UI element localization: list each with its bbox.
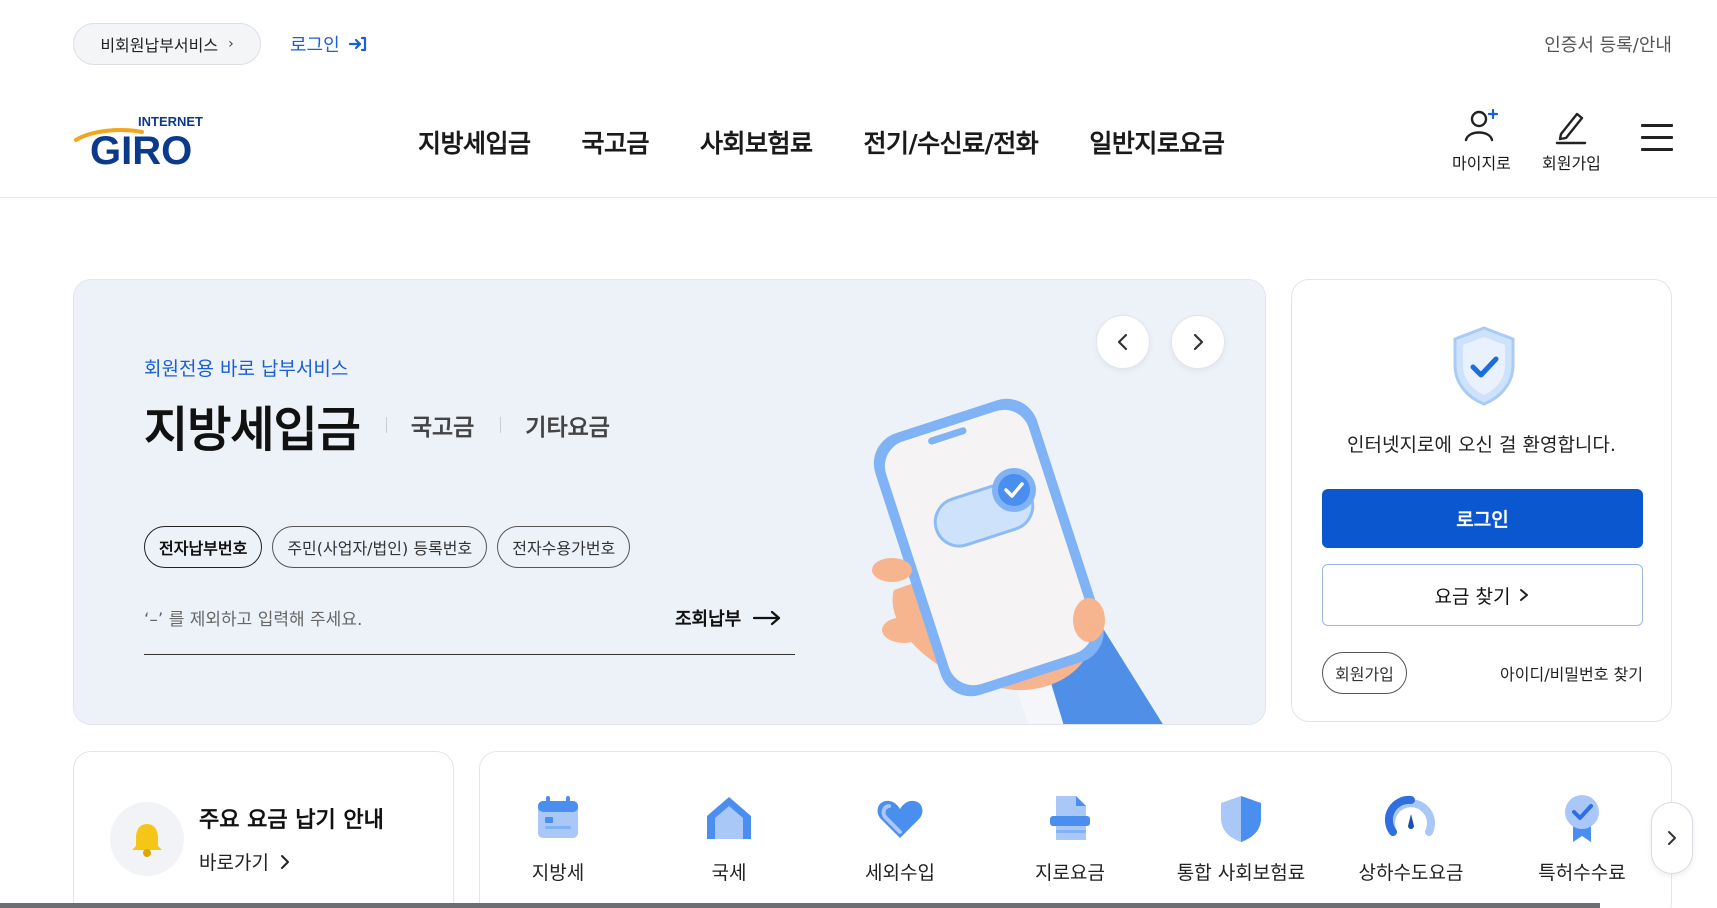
- gauge-icon: [1385, 795, 1435, 836]
- hero-tabs: 지방세입금 국고금 기타요금: [144, 390, 610, 460]
- inquire-pay-label: 조회납부: [675, 609, 742, 630]
- search-type-chips: 전자납부번호 주민(사업자/법인) 등록번호 전자수용가번호: [144, 526, 631, 568]
- chevron-right-icon: [280, 854, 289, 869]
- calendar-icon: [538, 796, 578, 838]
- notice-shortcut-label: 바로가기: [199, 852, 269, 874]
- award-icon: [1565, 795, 1599, 842]
- document-icon: [1050, 796, 1090, 840]
- tab-local-tax[interactable]: 지방세입금: [144, 390, 361, 460]
- main-nav: 지방세입금 국고금 사회보험료 전기/수신료/전화 일반지로요금: [418, 124, 1275, 160]
- find-fee-label: 요금 찾기: [1434, 585, 1511, 608]
- chip-registration-number[interactable]: 주민(사업자/법인) 등록번호: [272, 526, 488, 568]
- category-giro-fee[interactable]: 지로요금: [995, 792, 1145, 885]
- signup-label: 회원가입: [1542, 154, 1601, 173]
- notice-title: 주요 요금 납기 안내: [199, 808, 384, 833]
- category-shortcuts: 지방세 국세 세외수입 지로요금 통합 사회보험료 상하수도요금 특허수수료: [479, 751, 1672, 908]
- category-social-insurance[interactable]: 통합 사회보험료: [1166, 792, 1316, 885]
- my-giro-button[interactable]: 마이지로: [1452, 106, 1511, 174]
- category-label: 지방세: [531, 862, 585, 884]
- find-fee-button[interactable]: 요금 찾기: [1322, 564, 1643, 626]
- nonmember-service-label: 비회원납부서비스: [100, 36, 219, 55]
- login-arrow-icon: [348, 36, 366, 52]
- nav-utility-bills[interactable]: 전기/수신료/전화: [864, 124, 1039, 160]
- category-non-tax-revenue[interactable]: 세외수입: [825, 792, 975, 885]
- category-next-button[interactable]: [1651, 802, 1693, 874]
- carousel-next-button[interactable]: [1171, 315, 1225, 369]
- my-giro-label: 마이지로: [1452, 154, 1511, 173]
- login-button[interactable]: 로그인: [1322, 489, 1643, 548]
- pencil-icon: [1556, 112, 1587, 145]
- tab-other-fees[interactable]: 기타요금: [525, 408, 610, 442]
- category-label: 특허수수료: [1538, 862, 1626, 884]
- category-local-tax[interactable]: 지방세: [483, 792, 633, 885]
- chevron-right-icon: [1193, 333, 1204, 351]
- welcome-message: 인터넷지로에 오신 걸 환영합니다.: [1347, 434, 1616, 456]
- find-id-password-link[interactable]: 아이디/비밀번호 찾기: [1500, 661, 1643, 685]
- shield-icon: [1221, 796, 1261, 842]
- category-national-tax[interactable]: 국세: [654, 792, 804, 885]
- due-date-notice-panel: 주요 요금 납기 안내 바로가기: [73, 751, 454, 908]
- tab-separator: [500, 417, 502, 433]
- header-divider: [0, 197, 1717, 198]
- notice-shortcut-link[interactable]: 바로가기: [199, 848, 291, 875]
- horizontal-scrollbar[interactable]: [0, 903, 1600, 908]
- shield-check-icon: [1453, 326, 1515, 406]
- top-login-link[interactable]: 로그인: [290, 30, 368, 58]
- quick-pay-panel: 회원전용 바로 납부서비스 지방세입금 국고금 기타요금 전자납부번호 주민(사…: [73, 279, 1266, 725]
- chevron-right-icon: ›: [228, 36, 234, 52]
- login-panel: 인터넷지로에 오신 걸 환영합니다. 로그인 요금 찾기 회원가입 아이디/비밀…: [1291, 279, 1672, 722]
- bell-icon: [110, 802, 184, 876]
- logo-top-text: INTERNET: [138, 114, 203, 129]
- tab-national-treasury[interactable]: 국고금: [411, 408, 474, 442]
- certificate-link[interactable]: 인증서 등록/안내: [1544, 31, 1672, 57]
- chip-electronic-payment-number[interactable]: 전자납부번호: [144, 526, 263, 568]
- heart-icon: [877, 800, 923, 838]
- category-patent-fee[interactable]: 특허수수료: [1507, 792, 1657, 885]
- logo-main-text: GIRO: [90, 129, 192, 168]
- category-water-fee[interactable]: 상하수도요금: [1336, 792, 1486, 885]
- chip-customer-number[interactable]: 전자수용가번호: [497, 526, 631, 568]
- nav-general-giro[interactable]: 일반지로요금: [1089, 124, 1225, 160]
- arrow-right-icon: [753, 610, 781, 626]
- chevron-right-icon: [1668, 831, 1676, 845]
- input-underline: [144, 654, 795, 655]
- tab-separator: [385, 417, 387, 433]
- carousel-prev-button[interactable]: [1096, 315, 1150, 369]
- category-label: 지로요금: [1035, 862, 1105, 884]
- category-label: 통합 사회보험료: [1176, 862, 1306, 884]
- nav-local-tax[interactable]: 지방세입금: [418, 124, 531, 160]
- signup-button[interactable]: 회원가입: [1542, 106, 1601, 174]
- nonmember-service-button[interactable]: 비회원납부서비스 ›: [73, 23, 261, 65]
- menu-icon[interactable]: [1641, 124, 1673, 154]
- home-icon: [707, 797, 751, 839]
- signup-chip-button[interactable]: 회원가입: [1322, 652, 1407, 694]
- category-label: 상하수도요금: [1358, 862, 1464, 884]
- chevron-left-icon: [1117, 333, 1128, 351]
- chevron-right-icon: [1520, 589, 1529, 601]
- category-label: 국세: [711, 862, 747, 884]
- inquire-pay-button[interactable]: 조회납부: [675, 605, 781, 631]
- giro-logo[interactable]: INTERNET GIRO: [72, 112, 217, 168]
- top-login-label: 로그인: [290, 35, 340, 56]
- nav-national-treasury[interactable]: 국고금: [582, 124, 650, 160]
- phone-illustration: [872, 398, 1163, 724]
- category-label: 세외수입: [865, 862, 935, 884]
- hero-subtitle: 회원전용 바로 납부서비스: [144, 358, 349, 380]
- nav-social-insurance[interactable]: 사회보험료: [700, 124, 813, 160]
- user-plus-icon: [1465, 108, 1499, 142]
